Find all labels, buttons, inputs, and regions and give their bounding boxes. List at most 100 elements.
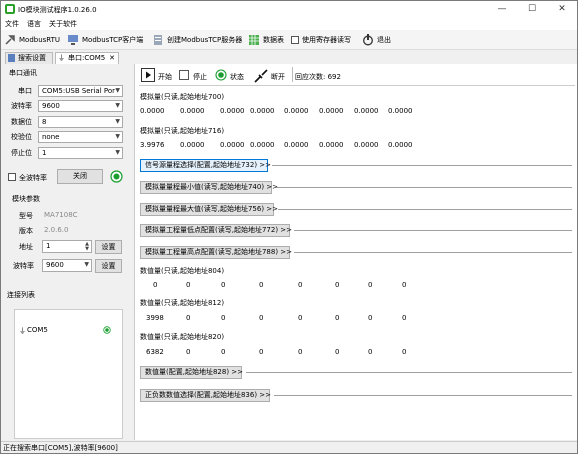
port-value: COM5:USB Serial Por xyxy=(42,87,116,95)
wrench-icon xyxy=(5,35,15,45)
analog-700-value: 0.0000 xyxy=(180,107,205,115)
set-address-button[interactable]: 设置 xyxy=(95,240,122,254)
divider xyxy=(294,230,572,231)
analog-716-value: 0.0000 xyxy=(354,141,379,149)
modbus-rtu-button[interactable]: ModbusRTU xyxy=(4,33,60,47)
status-bar: 正在搜索串口[COM5],波特率[9600] xyxy=(1,441,577,453)
chevron-down-icon: ▼ xyxy=(115,87,120,94)
server-icon xyxy=(154,35,162,45)
signal-range-config-button[interactable]: 信号源量程选择(配置,起始地址732) >> xyxy=(140,159,271,172)
chevron-down-icon: ▼ xyxy=(115,102,120,109)
analog-700-value: 0.0000 xyxy=(388,107,413,115)
numeric-820-label: 数值量(只读,起始地址820) xyxy=(140,333,225,341)
range-min-button[interactable]: 模拟量量程最小值(读写,起始地址740) >> xyxy=(140,181,278,194)
status-icon xyxy=(215,69,227,81)
separator xyxy=(292,67,293,82)
numeric-812-value: 0 xyxy=(298,314,303,322)
set-baud-button[interactable]: 设置 xyxy=(95,259,122,273)
numeric-812-value: 0 xyxy=(221,314,226,322)
connection-status-icon xyxy=(110,170,123,183)
analog-716-label: 模拟量(只读,起始地址716) xyxy=(140,127,225,135)
analog-716-value: 0.0000 xyxy=(180,141,205,149)
analog-700-value: 0.0000 xyxy=(250,107,275,115)
disconnect-label[interactable]: 断开 xyxy=(271,72,285,82)
window-title: IO模块测试程序1.0.26.0 xyxy=(18,6,97,14)
close-button[interactable]: ✕ xyxy=(547,1,577,18)
menu-about[interactable]: 关于软件 xyxy=(49,19,77,29)
tab-search-settings[interactable]: 搜索设置 xyxy=(5,52,53,64)
module-group-title: 模块参数 xyxy=(12,195,40,203)
tab-close-icon[interactable]: ✕ xyxy=(109,53,115,64)
numeric-812-value: 0 xyxy=(335,314,340,322)
address-input[interactable]: 1 ▲ ▼ xyxy=(42,240,92,253)
app-window: IO模块测试程序1.0.26.0 — ☐ ✕ 文件 语言 关于软件 Modbus… xyxy=(0,0,578,454)
full-baud-checkbox[interactable] xyxy=(8,173,16,181)
minimize-button[interactable]: — xyxy=(487,1,517,18)
use-register-rw-checkbox[interactable]: 使用寄存器读写 xyxy=(291,33,351,47)
modbus-rtu-label: ModbusRTU xyxy=(19,36,61,44)
port-select[interactable]: COM5:USB Serial Por ▼ xyxy=(38,85,123,97)
connection-list-title: 连接列表 xyxy=(7,291,35,299)
menu-file[interactable]: 文件 xyxy=(5,19,19,29)
menu-bar: 文件 语言 关于软件 xyxy=(1,18,577,30)
databits-value: 8 xyxy=(42,118,47,126)
create-tcp-server-button[interactable]: 创建ModbusTCP服务器 xyxy=(152,33,242,47)
baud-label: 波特率 xyxy=(11,102,32,110)
tab-strip: 搜索设置 ⏚ 串口:COM5 ✕ xyxy=(1,51,577,64)
stop-icon[interactable] xyxy=(179,70,189,80)
numeric-804-value: 0 xyxy=(335,281,340,289)
spinner-icon[interactable]: ▲ ▼ xyxy=(85,242,89,252)
numeric-820-value: 0 xyxy=(368,348,373,356)
analog-700-value: 0.0000 xyxy=(319,107,344,115)
analog-700-value: 0.0000 xyxy=(284,107,309,115)
databits-select[interactable]: 8 ▼ xyxy=(38,116,123,128)
module-baud-select[interactable]: 9600 ▼ xyxy=(42,259,92,272)
numeric-812-label: 数值量(只读,起始地址812) xyxy=(140,299,225,307)
range-max-button[interactable]: 模拟量量程最大值(读写,起始地址756) >> xyxy=(140,203,278,216)
data-table-button[interactable]: 数据表 xyxy=(248,33,284,47)
numeric-812-value: 0 xyxy=(402,314,407,322)
modbus-tcp-client-button[interactable]: ModbusTCP客户端 xyxy=(67,33,143,47)
stop-label[interactable]: 停止 xyxy=(193,72,207,82)
title-bar: IO模块测试程序1.0.26.0 — ☐ ✕ xyxy=(1,1,577,18)
create-tcp-server-label: 创建ModbusTCP服务器 xyxy=(167,36,243,44)
tab-com5[interactable]: ⏚ 串口:COM5 ✕ xyxy=(55,52,119,64)
analog-700-value: 0.0000 xyxy=(354,107,379,115)
analog-716-value: 0.0000 xyxy=(250,141,275,149)
chevron-down-icon: ▼ xyxy=(84,261,89,268)
exit-button[interactable]: 退出 xyxy=(362,33,391,47)
chevron-down-icon: ▼ xyxy=(115,149,120,156)
left-panel: 串口通讯 串口 COM5:USB Serial Por ▼ 波特率 9600 ▼ 数… xyxy=(4,67,131,440)
play-icon[interactable] xyxy=(141,68,155,82)
start-label[interactable]: 开始 xyxy=(158,72,172,82)
menu-language[interactable]: 语言 xyxy=(27,19,41,29)
disconnect-icon[interactable] xyxy=(254,69,268,83)
parity-select[interactable]: none ▼ xyxy=(38,131,123,143)
analog-700-label: 模拟量(只读,起始地址700) xyxy=(140,93,225,101)
sign-select-button[interactable]: 正负数数值选择(配置,起始地址836) >> xyxy=(140,389,271,402)
numeric-820-value: 0 xyxy=(259,348,264,356)
numeric-812-value: 0 xyxy=(186,314,191,322)
numeric-820-value: 0 xyxy=(298,348,303,356)
numeric-804-label: 数值量(只读,起始地址804) xyxy=(140,267,225,275)
baud-select[interactable]: 9600 ▼ xyxy=(38,100,123,112)
analog-716-value: 0.0000 xyxy=(319,141,344,149)
search-settings-icon xyxy=(8,54,15,62)
serial-port-icon: ⏚ xyxy=(58,54,65,62)
maximize-button[interactable]: ☐ xyxy=(517,1,547,18)
numeric-804-value: 0 xyxy=(221,281,226,289)
parity-value: none xyxy=(42,133,60,141)
numeric-804-value: 0 xyxy=(186,281,191,289)
numeric-804-value: 0 xyxy=(402,281,407,289)
numeric-config-button[interactable]: 数值量(配置,起始地址828) >> xyxy=(140,366,243,379)
eng-high-config-button[interactable]: 模拟量工程量高点配置(读写,起始地址788) >> xyxy=(140,246,292,259)
connection-list-item[interactable]: ⏚ COM5 xyxy=(19,325,119,337)
divider xyxy=(274,395,572,396)
chevron-down-icon: ▼ xyxy=(115,133,120,140)
eng-low-config-button[interactable]: 模拟量工程量低点配置(读写,起始地址772) >> xyxy=(140,224,292,237)
connection-list: ⏚ COM5 xyxy=(14,309,123,439)
stopbits-value: 1 xyxy=(42,149,47,157)
analog-700-value: 0.0000 xyxy=(220,107,245,115)
stopbits-select[interactable]: 1 ▼ xyxy=(38,147,123,159)
close-port-button[interactable]: 关闭 xyxy=(57,169,103,184)
